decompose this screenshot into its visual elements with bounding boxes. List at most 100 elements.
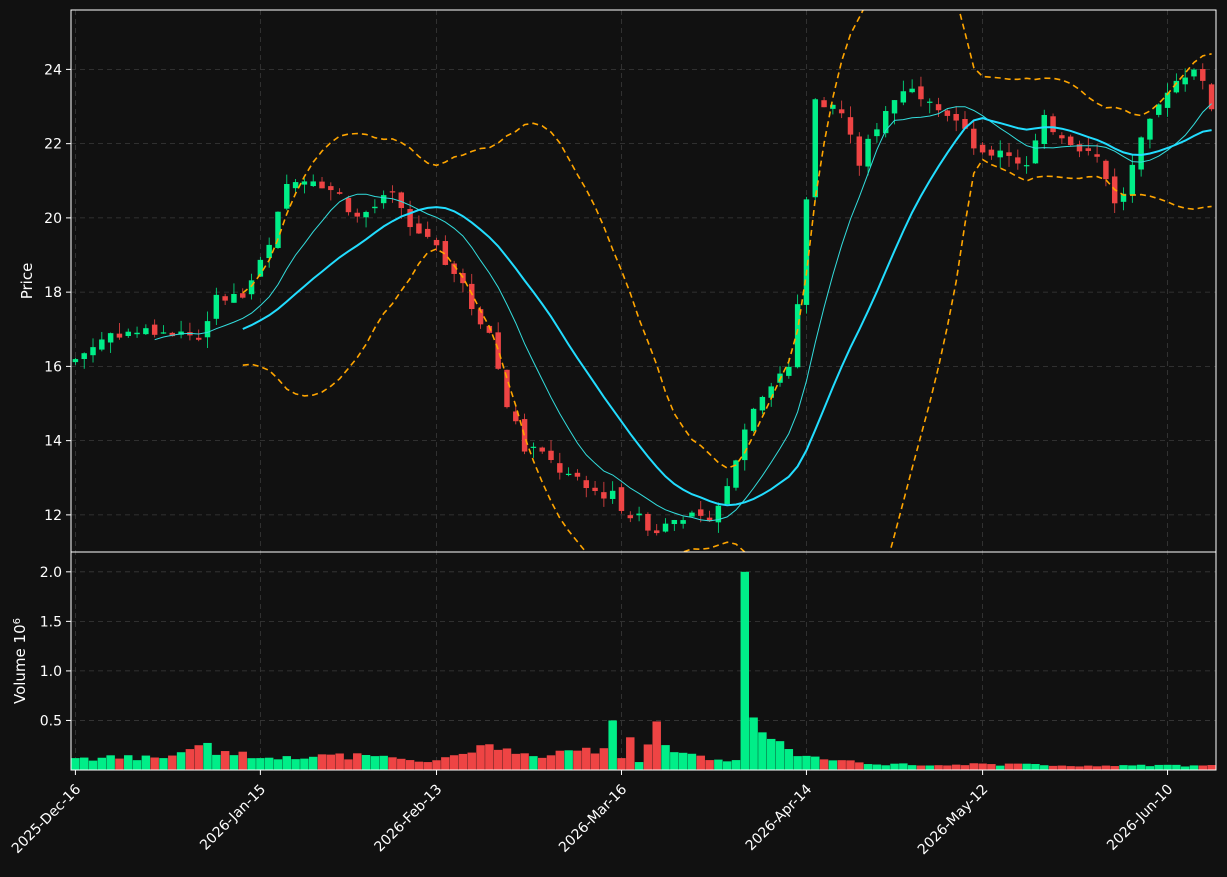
volume-bar (661, 745, 670, 770)
volume-bar (458, 753, 468, 770)
volume-bar (555, 750, 565, 770)
volume-bar (749, 717, 758, 770)
candle-body (918, 86, 924, 100)
candle (874, 122, 880, 143)
volume-bar (1075, 766, 1084, 770)
candle-body (988, 149, 995, 156)
volume-bar (987, 764, 996, 770)
candle (627, 511, 634, 523)
candle-body (292, 182, 299, 189)
candle-body (433, 239, 440, 246)
volume-bar (485, 744, 494, 770)
volume-bar (176, 752, 186, 770)
price-panel-frame (70, 9, 1217, 553)
volume-bar (1040, 765, 1049, 770)
x-tick-label: 2026-Feb-13 (372, 782, 446, 856)
volume-bar (740, 571, 750, 770)
candle (653, 524, 660, 536)
candle (671, 519, 678, 531)
volume-bar (388, 757, 397, 770)
candle-body (151, 324, 158, 335)
volume-bar (1198, 765, 1208, 770)
candle-body (328, 186, 334, 191)
lower-band (242, 158, 1212, 552)
volume-bar (890, 763, 899, 770)
candle-body (72, 359, 79, 363)
candle (680, 516, 686, 529)
volume-tick-label: 0.5 (40, 713, 62, 729)
volume-tick-label: 1.0 (40, 664, 62, 680)
candle-body (1129, 164, 1136, 195)
candle-body (548, 450, 554, 460)
candle (328, 182, 334, 201)
candle-body (874, 129, 880, 137)
candle-body (653, 530, 660, 534)
candle-body (539, 447, 545, 452)
volume-bar (150, 757, 159, 770)
volume-bar (969, 763, 979, 770)
candle-body (645, 513, 651, 531)
volume-bar (1057, 765, 1067, 770)
volume-bar (652, 721, 661, 770)
candle (284, 174, 290, 211)
candle (636, 506, 642, 522)
candle (213, 287, 220, 325)
candle (583, 475, 589, 498)
price-tick-label: 20 (44, 211, 62, 227)
candle-body (336, 192, 343, 194)
candle-body (319, 181, 325, 189)
candle-body (1147, 118, 1153, 140)
candle-body (927, 101, 933, 103)
candle (99, 332, 105, 352)
volume-bar (1145, 766, 1155, 770)
candle (1164, 83, 1171, 117)
candle (195, 329, 202, 342)
candle-body (240, 293, 246, 298)
candle (160, 325, 167, 334)
volume-bar (432, 760, 441, 770)
candle-body (1067, 136, 1074, 146)
candle (882, 106, 889, 138)
candle (354, 208, 360, 223)
candle (442, 235, 449, 266)
candle-body (1138, 137, 1144, 170)
volume-bar (124, 755, 133, 770)
candle (266, 237, 272, 268)
upper-band (242, 10, 1212, 469)
chart-svg: 12 14 16 18 20 22 24 0.5 1.0 1.5 2.0 2025-Dec-16 202… (9, 9, 1217, 858)
candle (231, 283, 237, 303)
volume-bar (185, 749, 195, 770)
candle-body (680, 520, 686, 524)
candle (944, 109, 951, 122)
volume-bar (1172, 764, 1181, 770)
candle (592, 480, 598, 496)
volume-bar (1136, 764, 1146, 770)
volume-bar (995, 765, 1005, 770)
volume-bar (766, 738, 776, 770)
candle-body (971, 128, 977, 149)
volume-bar (1189, 765, 1199, 770)
candle-body (733, 460, 739, 488)
volume-panel-frame (70, 551, 1217, 771)
volume-bar (608, 720, 617, 770)
volume-bar (168, 755, 177, 770)
candle-body (1200, 69, 1206, 81)
candle (662, 518, 669, 533)
volume-bar (449, 755, 459, 770)
volume-bar (1022, 763, 1031, 770)
volume-bar (300, 758, 309, 770)
candle-body (759, 396, 766, 411)
volume-bar (106, 755, 115, 770)
volume-bar (71, 758, 80, 770)
candle-body (389, 191, 396, 193)
candle (1041, 109, 1047, 149)
candle-body (99, 339, 105, 350)
price-tick-label: 12 (44, 508, 62, 524)
volume-bar (907, 765, 917, 770)
volume-bar (1066, 766, 1075, 770)
candle (460, 268, 466, 293)
volume-bar (1207, 765, 1216, 770)
volume-bar (590, 753, 600, 770)
candle-body (979, 144, 986, 153)
candle-body (838, 109, 845, 114)
